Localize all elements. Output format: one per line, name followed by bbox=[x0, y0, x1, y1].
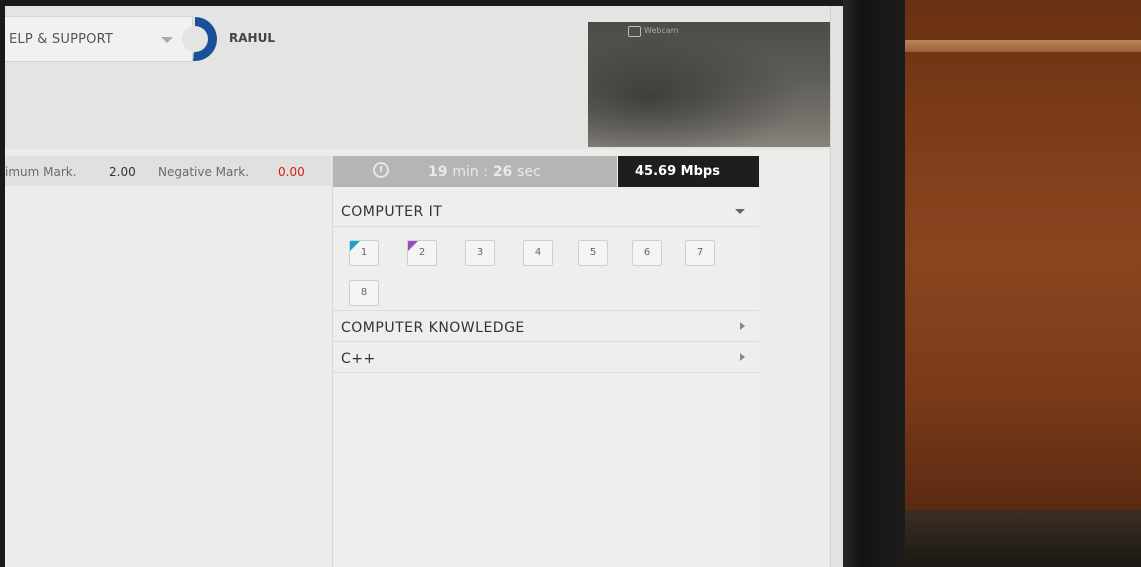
webcam-preview: Webcam bbox=[588, 22, 830, 147]
question-button-1[interactable]: 1 bbox=[349, 240, 379, 266]
question-button-6[interactable]: 6 bbox=[632, 240, 662, 266]
marks-bar: imum Mark. 2.00 Negative Mark. 0.00 bbox=[5, 156, 331, 186]
user-name: RAHUL bbox=[229, 31, 275, 45]
timer: 19 min : 26 sec bbox=[333, 156, 617, 187]
desk-shadow bbox=[905, 510, 1141, 567]
timer-text: 19 min : 26 sec bbox=[428, 164, 541, 180]
section-title: C++ bbox=[341, 351, 376, 367]
question-button-2[interactable]: 2 bbox=[407, 240, 437, 266]
timer-minutes: 19 bbox=[428, 164, 448, 180]
section-header-computer-knowledge[interactable]: COMPUTER KNOWLEDGE bbox=[333, 310, 759, 342]
timer-min-unit: min : bbox=[452, 164, 488, 180]
question-button-7[interactable]: 7 bbox=[685, 240, 715, 266]
network-speed-value: 45.69 Mbps bbox=[635, 164, 720, 179]
section-title: COMPUTER KNOWLEDGE bbox=[341, 320, 525, 336]
network-speed-badge: 45.69 Mbps bbox=[618, 156, 759, 187]
question-button-3[interactable]: 3 bbox=[465, 240, 495, 266]
question-button-5[interactable]: 5 bbox=[578, 240, 608, 266]
question-button-8[interactable]: 8 bbox=[349, 280, 379, 306]
exam-screen: ELP & SUPPORT RAHUL Webcam imum Mark. 2.… bbox=[5, 6, 843, 567]
chevron-down-icon bbox=[735, 209, 745, 214]
background-wall bbox=[905, 0, 1141, 567]
wall-trim bbox=[905, 40, 1141, 52]
maximum-mark-value: 2.00 bbox=[109, 165, 136, 179]
alarm-clock-icon bbox=[373, 162, 389, 178]
section-header-cpp[interactable]: C++ bbox=[333, 342, 759, 373]
question-area bbox=[5, 186, 331, 567]
section-title: COMPUTER IT bbox=[341, 204, 443, 220]
webcam-icon bbox=[628, 26, 641, 37]
webcam-label: Webcam bbox=[644, 26, 679, 35]
avatar bbox=[173, 17, 217, 61]
negative-mark-value: 0.00 bbox=[278, 165, 305, 179]
chevron-right-icon bbox=[740, 353, 745, 361]
help-support-dropdown[interactable]: ELP & SUPPORT bbox=[5, 16, 193, 62]
page-scrollbar[interactable] bbox=[830, 6, 843, 567]
webcam-feed bbox=[588, 22, 830, 147]
section-header-computer-it[interactable]: COMPUTER IT bbox=[333, 195, 759, 227]
maximum-mark-label: imum Mark. bbox=[5, 165, 77, 179]
chevron-down-icon bbox=[161, 37, 173, 43]
timer-sec-unit: sec bbox=[517, 164, 541, 180]
question-button-4[interactable]: 4 bbox=[523, 240, 553, 266]
exam-header: ELP & SUPPORT RAHUL Webcam bbox=[5, 6, 843, 149]
negative-mark-label: Negative Mark. bbox=[158, 165, 250, 179]
help-support-label: ELP & SUPPORT bbox=[9, 32, 114, 47]
question-palette: 1 2 3 4 5 6 7 8 bbox=[349, 240, 749, 310]
timer-seconds: 26 bbox=[492, 164, 513, 180]
chevron-right-icon bbox=[740, 322, 745, 330]
question-palette-panel: 19 min : 26 sec 45.69 Mbps COMPUTER IT 1… bbox=[332, 156, 759, 567]
monitor-bezel bbox=[843, 0, 905, 567]
